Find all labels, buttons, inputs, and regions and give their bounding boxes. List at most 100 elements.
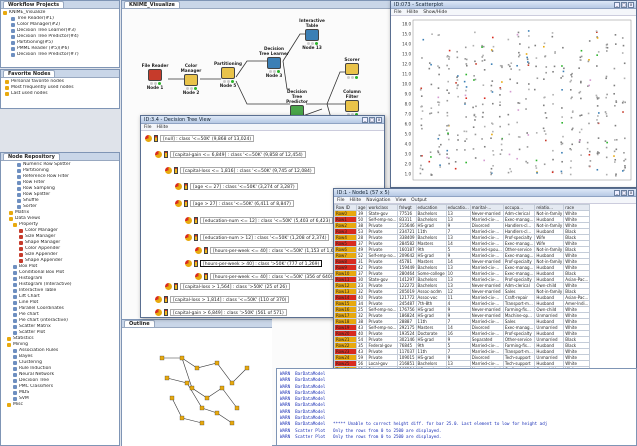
tree-node[interactable]: [education-num <= 12] : class '<=50K' (5… [185, 216, 334, 224]
workflow-node[interactable]: File Reader Node 1 [140, 63, 170, 90]
column-header[interactable]: age [355, 204, 368, 211]
tab-node-repository[interactable]: Node Repository [3, 153, 60, 160]
scatter-point [569, 173, 572, 176]
node-icon [13, 367, 17, 371]
scatter-point [604, 111, 607, 113]
workflow-node[interactable]: Scorer [337, 57, 367, 79]
scatter-point [481, 60, 484, 62]
scatter-point [552, 70, 554, 73]
table-cell: Prof-specialty [502, 276, 536, 283]
maximize-button[interactable]: □ [369, 117, 375, 123]
scatter-point [606, 93, 608, 96]
workflow-node[interactable]: Decision Tree Learner Node 3 [259, 46, 289, 78]
menu-item[interactable]: Hilite [350, 197, 362, 203]
scatter-point [507, 38, 510, 41]
minimize-button[interactable]: _ [362, 117, 368, 123]
scatter-point [563, 67, 565, 70]
table-cell: 186824 [397, 312, 417, 319]
table-cell: 245487 [397, 300, 417, 307]
scatter-point [420, 118, 423, 120]
menu-item[interactable]: File [394, 9, 402, 15]
outline-node [159, 355, 165, 361]
scatter-point [613, 84, 616, 87]
tree-node[interactable]: [hours-per-week > 40] : class '>50K' (77… [185, 259, 323, 267]
scatter-point [510, 62, 513, 64]
maximize-button[interactable]: □ [621, 190, 627, 196]
menu-item[interactable]: Navigation [366, 197, 390, 203]
project-item[interactable]: Decision Tree Predictor(#7) [3, 52, 117, 58]
scatter-point [589, 79, 592, 81]
tree-node[interactable]: [hours-per-week <= 40] : class '<=50K' (… [195, 246, 345, 254]
close-button[interactable]: x [628, 190, 634, 196]
tab-favorite-nodes[interactable]: Favorite Nodes [3, 70, 56, 77]
tree-node[interactable]: [capital-loss <= 1,816] : class '<=50K' … [165, 166, 315, 174]
tab-workflow-projects[interactable]: Workflow Projects [3, 1, 65, 8]
tree-node[interactable]: [capital-gain <= 6,849] : class '<=50K' … [155, 150, 306, 158]
outline-node [229, 380, 235, 386]
node-label: Node 1 [146, 85, 164, 90]
node-label: Node 2 [182, 90, 200, 95]
scatter-point [446, 64, 448, 67]
column-header[interactable]: educatio... [445, 204, 471, 211]
y-tick-label: 7.0 [405, 112, 412, 117]
workflow-node[interactable]: Column Filter [337, 89, 367, 116]
menu-item[interactable]: Output [411, 197, 427, 203]
scatter-point [605, 75, 608, 78]
table-cell: 215646 [397, 222, 417, 229]
minimize-button[interactable]: _ [614, 190, 620, 196]
scatter-point [437, 65, 439, 67]
scatter-point [587, 85, 589, 87]
menu-item[interactable]: File [144, 124, 152, 130]
tree-node[interactable]: [age > 27] : class '<=50K' (6,411 of 8,8… [175, 199, 294, 207]
scatter-point [437, 111, 440, 114]
tree-node[interactable]: [capital-loss > 1,564] : class '>50K' (2… [165, 282, 290, 290]
scatter-point [623, 77, 626, 80]
class-pie-icon [165, 282, 172, 290]
scatter-point [499, 94, 501, 96]
outline-node [214, 360, 220, 366]
scatter-point [588, 122, 590, 125]
table-cell: 122272 [397, 282, 417, 289]
tree-node[interactable]: [capital-loss > 1,814] : class '<=50K' (… [155, 295, 290, 303]
scatter-point [545, 117, 548, 119]
menu-item[interactable]: File [337, 197, 345, 203]
table-cell: Married-civ-... [469, 264, 504, 271]
maximize-button[interactable]: □ [621, 2, 627, 8]
tab-knime-visualize[interactable]: KNIME_Visualize [124, 1, 180, 8]
scatter-point [545, 71, 547, 74]
class-pie-icon [185, 233, 192, 241]
workflow-node[interactable]: Partitioning Node 5 [213, 61, 243, 88]
scatter-point [464, 58, 467, 60]
scatter-point [554, 51, 556, 53]
scatter-point [580, 154, 582, 156]
scatter-point [536, 77, 539, 80]
scatter-point [439, 166, 442, 168]
menu-item[interactable]: Hilite [157, 124, 169, 130]
scatter-point [465, 58, 468, 61]
tree-node[interactable]: [capital-gain > 6,849] : class '>50K' (5… [155, 308, 287, 316]
menu-item[interactable]: Hilite [407, 9, 419, 15]
repository-item[interactable]: Misc [3, 402, 117, 408]
console-panel: WARN BarDataModel WARN BarDataModel WARN… [276, 368, 637, 446]
favorite-item[interactable]: Last used nodes [3, 91, 117, 97]
tree-node[interactable]: [null] : class '<=50K' (9,868 of 13,024) [145, 134, 255, 142]
scatter-plot-area[interactable]: 18.0 15.0 14.0 13.0 12.0 11.0 10.0 9.0 8.0 7.0 6.0… [391, 16, 636, 186]
close-button[interactable]: x [376, 117, 382, 123]
menu-item[interactable]: Show/Hide [423, 9, 447, 15]
close-button[interactable]: x [628, 2, 634, 8]
tree-node[interactable]: [age <= 27] : class '<=50K' (3,274 of 3,… [175, 182, 298, 190]
menu-item[interactable]: View [395, 197, 406, 203]
outline-node [234, 405, 240, 411]
minimize-button[interactable]: _ [614, 2, 620, 8]
tab-outline[interactable]: Outline [124, 320, 155, 327]
workflow-node[interactable]: Color Manager Node 2 [176, 63, 206, 95]
tree-node[interactable]: [hours-per-week <= 40] : class '<=50K' (… [195, 272, 336, 280]
scatter-point [438, 101, 441, 104]
scatter-point [516, 121, 518, 124]
workflow-node[interactable]: Interactive Table Node 13 [297, 18, 327, 50]
scatter-point [500, 149, 503, 151]
node-icon [13, 265, 17, 269]
tree-node[interactable]: [education-num > 12] : class '<=50K' (1,… [185, 233, 330, 241]
scatter-point [482, 111, 484, 114]
class-bar-icon [204, 272, 208, 280]
